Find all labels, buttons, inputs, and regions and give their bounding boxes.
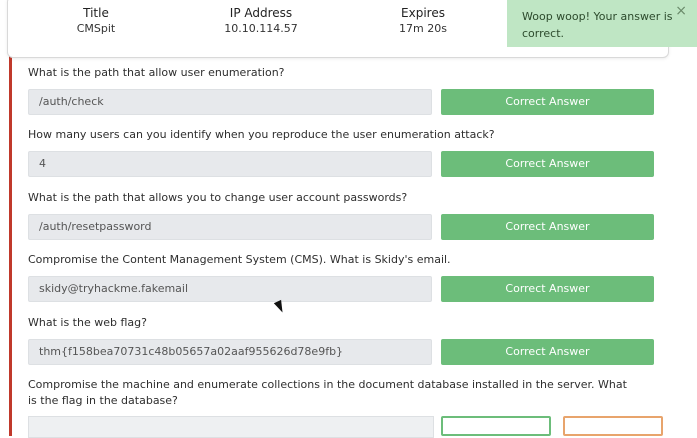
question-text: What is the path that allow user enumera… [28,66,285,79]
question-text: Compromise the Content Management System… [28,253,451,266]
correct-answer-button[interactable]: Correct Answer [441,151,654,177]
answer-field[interactable]: /auth/resetpassword [28,214,432,240]
correct-answer-button[interactable]: Correct Answer [441,214,654,240]
ip-value: 10.10.114.57 [224,22,298,35]
title-label: Title [83,6,109,20]
expires-value: 17m 20s [399,22,447,35]
answer-field[interactable]: skidy@tryhackme.fakemail [28,276,432,302]
title-column: Title CMSpit [56,5,136,37]
success-toast: Woop woop! Your answer is correct. × [507,0,697,47]
ip-column: IP Address 10.10.114.57 [211,5,311,37]
correct-answer-button[interactable]: Correct Answer [441,339,654,365]
correct-answer-button[interactable]: Correct Answer [441,89,654,115]
question-text: Compromise the machine and enumerate col… [28,378,627,407]
title-value: CMSpit [76,22,116,35]
question-text: What is the web flag? [28,316,147,329]
answer-field[interactable]: 4 [28,151,432,177]
ip-label: IP Address [229,6,293,20]
correct-answer-button[interactable]: Correct Answer [441,276,654,302]
answer-field[interactable]: /auth/check [28,89,432,115]
expires-column: Expires 17m 20s [386,5,460,37]
answer-field[interactable] [28,416,434,438]
hint-button[interactable] [563,416,663,436]
toast-message: Woop woop! Your answer is correct. [522,10,673,40]
question-text: What is the path that allows you to chan… [28,191,408,204]
close-icon[interactable]: × [675,3,687,19]
answer-field[interactable]: thm{f158bea70731c48b05657a02aaf955626d78… [28,339,432,365]
question-text: How many users can you identify when you… [28,128,495,141]
submit-button[interactable] [441,416,551,436]
expires-label: Expires [401,6,445,20]
task-questions-panel: What is the path that allow user enumera… [9,56,672,438]
